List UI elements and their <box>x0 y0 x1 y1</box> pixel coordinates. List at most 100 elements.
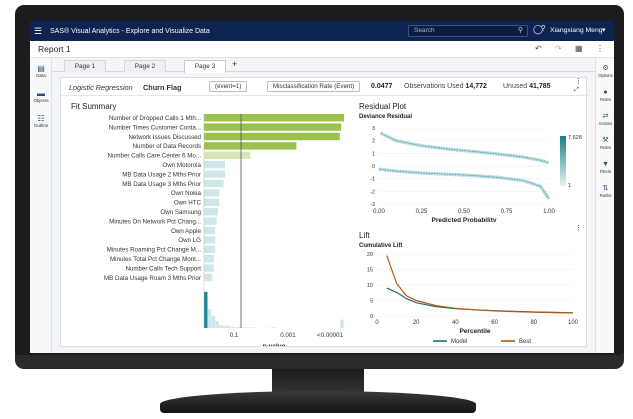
residual-y-tick-label: 3 <box>372 126 375 132</box>
fit-summary-variable-label: Own Apple <box>171 228 201 235</box>
p-value-histogram-bar <box>340 319 344 328</box>
metric-value: 0.0477 <box>371 83 392 90</box>
fit-summary-variable-label: Minutes On Network Pct Chang... <box>109 218 201 225</box>
chevron-down-icon[interactable]: ▾ <box>602 26 606 34</box>
save-icon[interactable]: ▦ <box>575 44 583 53</box>
right-rail-label: Ranks <box>599 193 612 198</box>
p-value-histogram-bar <box>204 291 208 328</box>
fit-summary-variable-label: Minutes Total Pct Change Mont... <box>110 256 201 263</box>
lift-y-tick-label: 5 <box>370 299 373 305</box>
fit-summary-variable-label: Own HTC <box>174 200 202 207</box>
right-rail-ranks[interactable]: ⇅ Ranks <box>596 184 614 198</box>
residual-color-legend <box>560 136 566 186</box>
outline-icon: ☷ <box>37 114 45 123</box>
fit-summary-bar <box>204 273 213 282</box>
maximize-icon[interactable]: ⤢ <box>574 87 579 94</box>
fit-summary-variable-label: Number Calls Care Center 6 Mo... <box>107 153 201 160</box>
monitor-chin <box>15 355 624 369</box>
fit-summary-bar <box>204 151 251 159</box>
right-rail-label: Options <box>598 73 613 78</box>
lift-x-tick-label: 40 <box>452 320 459 326</box>
report-menu-icon[interactable]: ⋮ <box>596 44 604 53</box>
report-title[interactable]: Report 1 <box>38 44 71 54</box>
search-input[interactable]: Search ⚲ <box>408 25 528 37</box>
search-icon: ⚲ <box>517 27 523 34</box>
p-value-histogram-bar <box>234 327 238 328</box>
residual-x-tick-label: 1.00 <box>543 209 555 215</box>
fit-summary-variable-label: Number Times Customer Conta... <box>109 124 201 131</box>
left-rail-objects[interactable]: ▬ Objects <box>30 89 52 103</box>
fit-summary-variable-label: MB Data Usage 2 Mths Prior <box>122 171 201 178</box>
redo-icon[interactable]: ↷ <box>555 44 562 53</box>
fit-summary-bar <box>204 217 217 225</box>
tab-page-2[interactable]: Page 2 <box>124 60 166 72</box>
tab-page-1[interactable]: Page 1 <box>64 60 106 72</box>
menu-icon[interactable]: ☰ <box>30 26 46 37</box>
fit-summary-variable-label: Minutes Roaming Pct Change M... <box>107 247 202 254</box>
observations-used-label: Observations Used <box>404 83 464 90</box>
residual-x-tick-label: 0.25 <box>416 209 428 215</box>
page-tabs: Page 1 Page 2 Page 3 + <box>52 58 595 73</box>
residual-upper-band <box>379 131 550 165</box>
report-bar: Report 1 ↶ ↷ ▦ ⋮ <box>30 41 614 58</box>
right-rail-options[interactable]: ⚙ Options <box>596 64 614 78</box>
residual-plot-subtitle: Deviance Residual <box>359 114 413 120</box>
user-name[interactable]: Xiangxiang Meng <box>550 27 603 34</box>
residual-legend-min: 1 <box>568 183 571 189</box>
help-icon[interactable]: ? <box>541 24 545 33</box>
residual-y-tick-label: 2 <box>372 139 375 145</box>
objects-icon: ▬ <box>37 89 45 98</box>
monitor-stand-base <box>160 391 476 413</box>
p-value-histogram-bar <box>272 327 276 328</box>
fit-summary-bar <box>204 114 344 122</box>
roles-icon: ● <box>603 89 608 96</box>
lift-legend-label: Best <box>519 339 531 345</box>
lift-legend-label: Model <box>451 339 467 345</box>
left-rail-data[interactable]: ▤ Data <box>30 64 52 78</box>
fit-summary-bar <box>204 255 214 263</box>
lift-menu-icon[interactable]: ⋮ <box>575 224 582 232</box>
residual-plot-chart: 3 2 1 0 -1 -2 -30.00 0.25 0.50 0.75 1.00 Predicted … <box>370 126 582 222</box>
object-menu-icon[interactable]: ⋮ <box>575 77 582 85</box>
right-rail-rules[interactable]: ⚒ Rules <box>596 136 614 150</box>
fit-summary-bar <box>204 264 214 272</box>
right-rail-label: Roles <box>600 97 611 102</box>
lift-x-tick-label: 0 <box>375 320 379 326</box>
fit-summary-variable-label: Own Motorola <box>162 162 201 169</box>
residual-y-tick-label: -3 <box>370 202 375 208</box>
observations-unused-value: 41,785 <box>529 83 551 90</box>
app-title: SAS® Visual Analytics - Explore and Visu… <box>50 27 210 35</box>
left-rail-outline[interactable]: ☷ Outline <box>30 114 52 128</box>
undo-icon[interactable]: ↶ <box>535 44 542 53</box>
fit-summary-variable-label: Own Nokia <box>171 190 202 197</box>
lift-x-tick-label: 20 <box>413 320 420 326</box>
right-rail-label: Rules <box>600 145 611 150</box>
event-level-button[interactable]: (event=1) <box>209 81 248 92</box>
left-rail-label: Outline <box>33 123 49 128</box>
residual-lower-band <box>378 167 551 200</box>
lift-x-tick-label: 80 <box>530 320 537 326</box>
residual-plot-title: Residual Plot <box>359 102 407 111</box>
fit-summary-tick-label: 0.1 <box>230 332 239 339</box>
residual-x-tick-label: 0.75 <box>501 209 513 215</box>
right-rail-roles[interactable]: ● Roles <box>596 88 614 102</box>
model-target[interactable]: Churn Flag <box>143 83 182 92</box>
fit-summary-bar <box>204 245 216 253</box>
p-value-histogram-bar <box>219 324 223 328</box>
fit-summary-axis-label: p-value <box>263 343 286 346</box>
p-value-histogram-bar <box>222 326 227 328</box>
tab-page-3[interactable]: Page 3 <box>184 60 226 73</box>
right-rail-actions[interactable]: ⇄ Actions <box>596 112 614 126</box>
filters-icon: ▼ <box>602 161 609 168</box>
fit-statistic-button[interactable]: Misclassification Rate (Event) <box>267 81 361 92</box>
residual-y-tick-label: 0 <box>372 164 375 170</box>
residual-x-tick-label: 0.50 <box>458 209 470 215</box>
fit-summary-bar <box>204 142 297 150</box>
right-rail-filters[interactable]: ▼ Filters <box>596 160 614 174</box>
residual-y-tick-label: -2 <box>370 189 375 195</box>
metric-value-text: 0.0477 <box>371 83 393 90</box>
ranks-icon: ⇅ <box>602 185 609 192</box>
right-rail-label: Actions <box>598 121 613 126</box>
left-rail-label: Data <box>36 73 46 78</box>
add-page-icon[interactable]: + <box>232 59 237 69</box>
